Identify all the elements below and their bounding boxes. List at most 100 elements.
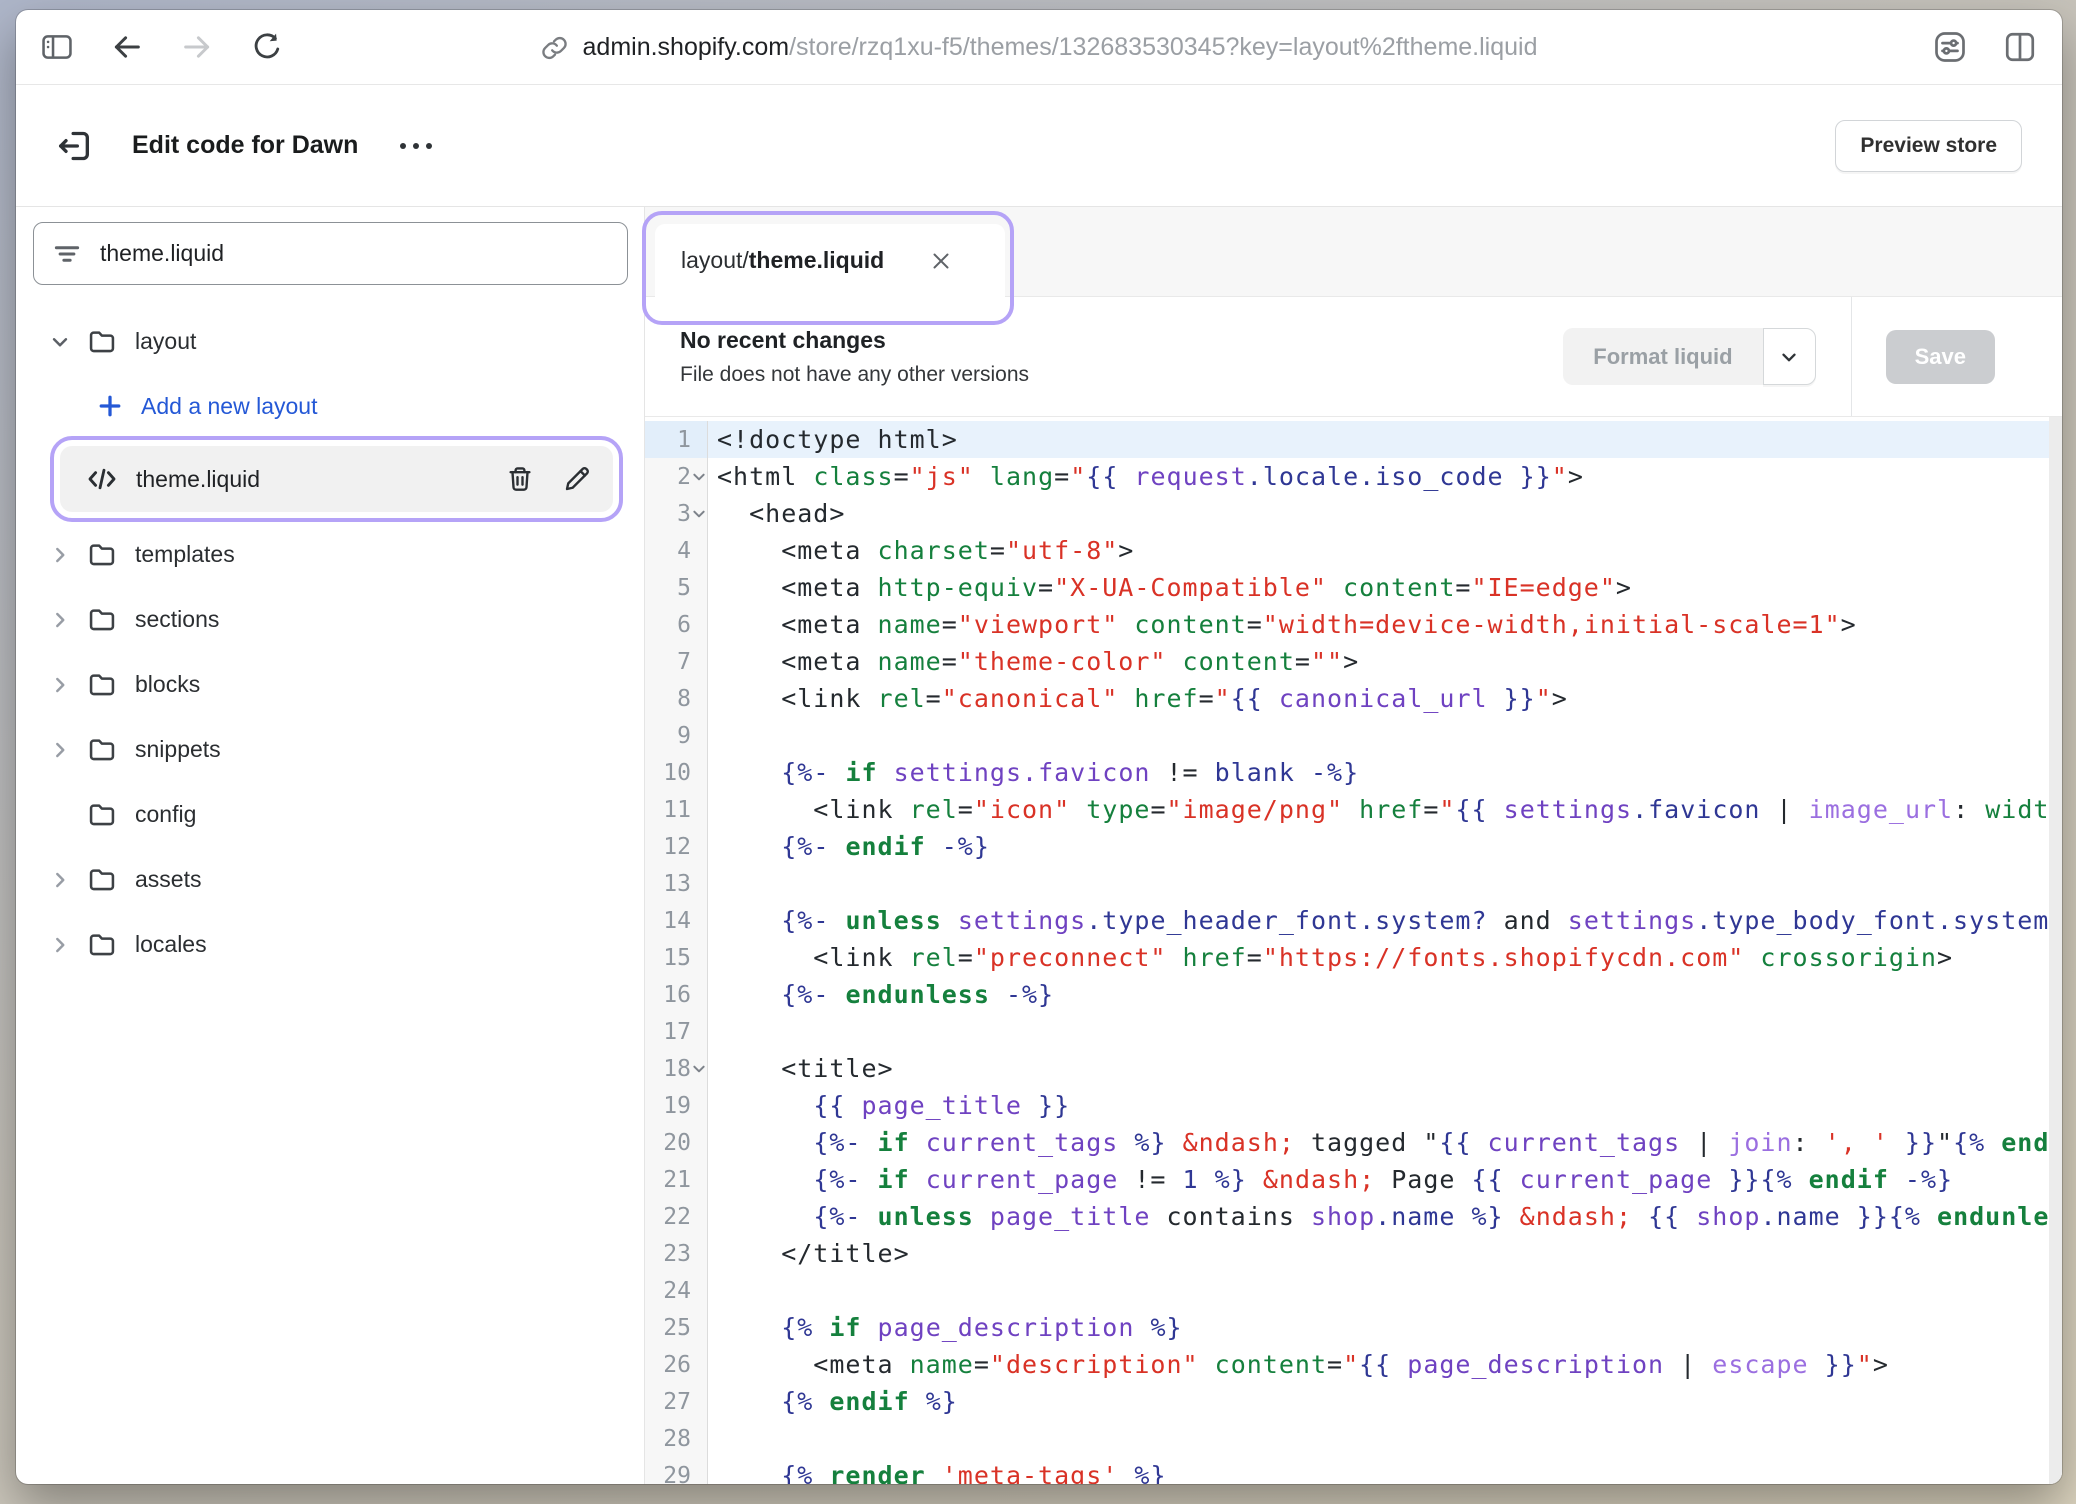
sidebar-folder-templates[interactable]: templates <box>33 522 628 587</box>
code-text[interactable]: {%- unless page_title contains shop.name… <box>708 1198 2062 1235</box>
fold-icon[interactable] <box>691 495 707 532</box>
code-text[interactable]: {%- if settings.favicon != blank -%} <box>708 754 2062 791</box>
code-text[interactable] <box>708 865 2062 902</box>
code-line-7[interactable]: 7 <meta name="theme-color" content=""> <box>645 643 2062 680</box>
chevron-right-icon[interactable] <box>46 607 74 633</box>
code-line-15[interactable]: 15 <link rel="preconnect" href="https://… <box>645 939 2062 976</box>
code-line-4[interactable]: 4 <meta charset="utf-8"> <box>645 532 2062 569</box>
code-line-14[interactable]: 14 {%- unless settings.type_header_font.… <box>645 902 2062 939</box>
code-text[interactable]: <meta name="description" content="{{ pag… <box>708 1346 2062 1383</box>
code-line-21[interactable]: 21 {%- if current_page != 1 %} &ndash; P… <box>645 1161 2062 1198</box>
code-text[interactable]: {% if page_description %} <box>708 1309 2062 1346</box>
format-liquid-button[interactable]: Format liquid <box>1563 328 1762 385</box>
code-line-19[interactable]: 19 {{ page_title }} <box>645 1087 2062 1124</box>
code-text[interactable]: {%- unless settings.type_header_font.sys… <box>708 902 2062 939</box>
code-line-24[interactable]: 24 <box>645 1272 2062 1309</box>
back-icon[interactable] <box>110 30 144 64</box>
chevron-right-icon[interactable] <box>46 867 74 893</box>
code-line-22[interactable]: 22 {%- unless page_title contains shop.n… <box>645 1198 2062 1235</box>
chevron-right-icon[interactable] <box>46 542 74 568</box>
sidebar-folder-layout[interactable]: layout <box>33 309 628 374</box>
fold-icon[interactable] <box>691 1050 707 1087</box>
code-line-28[interactable]: 28 <box>645 1420 2062 1457</box>
code-line-8[interactable]: 8 <link rel="canonical" href="{{ canonic… <box>645 680 2062 717</box>
code-line-12[interactable]: 12 {%- endif -%} <box>645 828 2062 865</box>
code-line-18[interactable]: 18 <title> <box>645 1050 2062 1087</box>
code-text[interactable]: <meta name="theme-color" content=""> <box>708 643 2062 680</box>
code-text[interactable]: {%- endif -%} <box>708 828 2062 865</box>
address-bar[interactable]: admin.shopify.com/store/rzq1xu-f5/themes… <box>541 10 1538 85</box>
code-text[interactable]: <meta charset="utf-8"> <box>708 532 2062 569</box>
code-line-6[interactable]: 6 <meta name="viewport" content="width=d… <box>645 606 2062 643</box>
split-view-icon[interactable] <box>2002 29 2038 65</box>
save-button[interactable]: Save <box>1886 330 1995 384</box>
chevron-right-icon[interactable] <box>46 932 74 958</box>
code-text[interactable]: <head> <box>708 495 2062 532</box>
sidebar-folder-locales[interactable]: locales <box>33 912 628 977</box>
code-line-26[interactable]: 26 <meta name="description" content="{{ … <box>645 1346 2062 1383</box>
code-line-11[interactable]: 11 <link rel="icon" type="image/png" hre… <box>645 791 2062 828</box>
sidebar-folder-assets[interactable]: assets <box>33 847 628 912</box>
editor-scrollbar[interactable] <box>2049 417 2062 1484</box>
code-text[interactable]: <link rel="preconnect" href="https://fon… <box>708 939 2062 976</box>
code-line-20[interactable]: 20 {%- if current_tags %} &ndash; tagged… <box>645 1124 2062 1161</box>
code-text[interactable]: <link rel="icon" type="image/png" href="… <box>708 791 2062 828</box>
code-line-23[interactable]: 23 </title> <box>645 1235 2062 1272</box>
code-text[interactable] <box>708 1272 2062 1309</box>
sidebar-folder-sections[interactable]: sections <box>33 587 628 652</box>
code-line-27[interactable]: 27 {% endif %} <box>645 1383 2062 1420</box>
preview-store-button[interactable]: Preview store <box>1835 120 2022 172</box>
code-text[interactable]: {{ page_title }} <box>708 1087 2062 1124</box>
code-text[interactable]: {%- endunless -%} <box>708 976 2062 1013</box>
code-line-1[interactable]: 1<!doctype html> <box>645 421 2062 458</box>
sidebar-folder-snippets[interactable]: snippets <box>33 717 628 782</box>
code-line-29[interactable]: 29 {% render 'meta-tags' %} <box>645 1457 2062 1484</box>
folder-icon <box>86 799 118 831</box>
tune-icon[interactable] <box>1932 29 1968 65</box>
code-text[interactable]: <meta name="viewport" content="width=dev… <box>708 606 2062 643</box>
code-line-17[interactable]: 17 <box>645 1013 2062 1050</box>
exit-icon[interactable] <box>54 126 94 166</box>
code-line-5[interactable]: 5 <meta http-equiv="X-UA-Compatible" con… <box>645 569 2062 606</box>
code-line-9[interactable]: 9 <box>645 717 2062 754</box>
code-text[interactable]: {%- if current_tags %} &ndash; tagged "{… <box>708 1124 2062 1161</box>
format-options-button[interactable] <box>1763 328 1816 385</box>
forward-icon[interactable] <box>180 30 214 64</box>
code-editor[interactable]: 1<!doctype html>2<html class="js" lang="… <box>645 417 2062 1484</box>
sidebar-file-theme.liquid[interactable]: theme.liquid <box>60 446 613 512</box>
code-line-13[interactable]: 13 <box>645 865 2062 902</box>
code-text[interactable]: <link rel="canonical" href="{{ canonical… <box>708 680 2062 717</box>
pencil-icon[interactable] <box>562 464 592 494</box>
code-text[interactable] <box>708 1013 2062 1050</box>
code-line-10[interactable]: 10 {%- if settings.favicon != blank -%} <box>645 754 2062 791</box>
sidebar-folder-config[interactable]: config <box>33 782 628 847</box>
code-line-25[interactable]: 25 {% if page_description %} <box>645 1309 2062 1346</box>
fold-icon[interactable] <box>691 458 707 495</box>
code-text[interactable]: {% endif %} <box>708 1383 2062 1420</box>
code-line-3[interactable]: 3 <head> <box>645 495 2062 532</box>
ellipsis-icon[interactable] <box>400 143 432 149</box>
close-icon[interactable] <box>928 248 954 274</box>
reload-icon[interactable] <box>250 30 284 64</box>
sidebar-folder-blocks[interactable]: blocks <box>33 652 628 717</box>
code-text[interactable]: <html class="js" lang="{{ request.locale… <box>708 458 2062 495</box>
code-text[interactable] <box>708 1420 2062 1457</box>
chevron-down-icon[interactable] <box>46 329 74 355</box>
code-text[interactable]: {%- if current_page != 1 %} &ndash; Page… <box>708 1161 2062 1198</box>
code-text[interactable]: {% render 'meta-tags' %} <box>708 1457 2062 1484</box>
code-text[interactable]: <!doctype html> <box>708 421 2062 458</box>
code-text[interactable]: </title> <box>708 1235 2062 1272</box>
code-text[interactable]: <title> <box>708 1050 2062 1087</box>
code-line-16[interactable]: 16 {%- endunless -%} <box>645 976 2062 1013</box>
chevron-right-icon[interactable] <box>46 672 74 698</box>
sidebar-toggle-icon[interactable] <box>40 30 74 64</box>
file-search[interactable] <box>33 222 628 285</box>
code-line-2[interactable]: 2<html class="js" lang="{{ request.local… <box>645 458 2062 495</box>
add-new-layout-button[interactable]: Add a new layout <box>33 374 628 438</box>
chevron-right-icon[interactable] <box>46 737 74 763</box>
code-text[interactable]: <meta http-equiv="X-UA-Compatible" conte… <box>708 569 2062 606</box>
code-text[interactable] <box>708 717 2062 754</box>
trash-icon[interactable] <box>505 464 535 494</box>
tab-theme-liquid[interactable]: layout/theme.liquid <box>655 224 1005 297</box>
search-input[interactable] <box>100 240 609 267</box>
